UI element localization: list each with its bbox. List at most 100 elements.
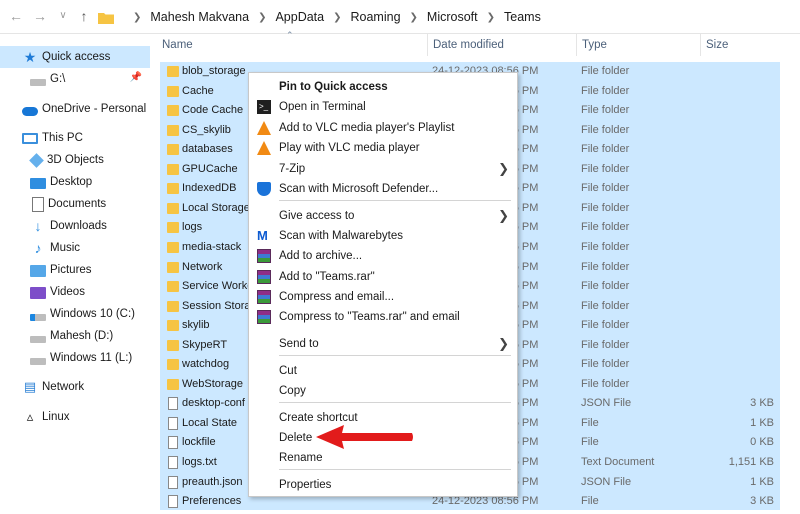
menu-item-label: Compress and email... <box>279 291 395 303</box>
nav-item-videos[interactable]: Videos <box>0 281 150 303</box>
file-name: desktop-conf <box>182 397 245 410</box>
desktop-icon <box>30 177 46 189</box>
menu-item-copy[interactable]: Copy <box>249 381 517 401</box>
nav-item-windows-10-c[interactable]: Windows 10 (C:) <box>0 303 150 325</box>
file-icon <box>168 456 178 469</box>
file-type: File folder <box>581 377 630 390</box>
folder-icon <box>167 85 179 97</box>
file-name: Preferences <box>182 495 242 508</box>
file-type: File folder <box>581 280 630 293</box>
file-name: Network <box>182 260 223 273</box>
file-icon <box>168 495 178 509</box>
file-size: 3 KB <box>750 495 774 508</box>
breadcrumb-item[interactable]: ❯ Roaming <box>324 10 400 24</box>
file-name: WebStorage <box>182 377 243 390</box>
pictures-icon <box>30 265 46 277</box>
menu-item-give-access-to[interactable]: Give access to ❯ <box>249 206 517 226</box>
windows-drive-icon <box>30 313 46 321</box>
nav-item-this-pc[interactable]: This PC <box>0 127 150 149</box>
menu-item-pin-to-quick-access[interactable]: Pin to Quick access <box>249 77 517 97</box>
chevron-down-icon[interactable]: ∨ <box>53 6 73 26</box>
menu-item-add-to-archive[interactable]: Add to archive... <box>249 246 517 266</box>
chevron-right-icon: ❯ <box>486 11 496 23</box>
breadcrumb[interactable]: ❯ Mahesh Makvana ❯ AppData ❯ Roaming ❯ Micro… <box>98 6 800 28</box>
vlc-icon <box>257 121 271 135</box>
menu-item-label: Scan with Microsoft Defender... <box>279 183 439 195</box>
menu-item-send-to[interactable]: Send to ❯ <box>249 334 517 354</box>
forward-arrow-icon[interactable]: → <box>30 6 50 26</box>
file-type: File folder <box>581 182 630 195</box>
menu-item-cut[interactable]: Cut <box>249 361 517 381</box>
menu-item-open-in-terminal[interactable]: >_ Open in Terminal <box>249 97 517 117</box>
file-type: File folder <box>581 201 630 214</box>
column-header-date-modified[interactable]: Date modified <box>428 34 577 56</box>
file-icon <box>168 436 178 450</box>
drive-icon <box>30 78 46 86</box>
column-header-type[interactable]: Type <box>577 34 701 56</box>
menu-separator <box>279 469 511 470</box>
folder-icon <box>167 202 179 214</box>
menu-item-play-with-vlc-media-player[interactable]: Play with VLC media player <box>249 138 517 158</box>
file-type: File folder <box>581 162 630 175</box>
up-arrow-icon[interactable]: ↑ <box>74 6 94 26</box>
malwarebytes-icon: M <box>257 228 268 243</box>
file-name: skylib <box>182 319 210 332</box>
file-name: Local State <box>182 416 238 429</box>
file-type: File folder <box>581 65 630 77</box>
computer-icon <box>22 132 38 144</box>
menu-item-label: Delete <box>279 432 313 444</box>
menu-item-scan-with-malwarebytes[interactable]: M Scan with Malwarebytes <box>249 226 517 246</box>
folder-icon <box>167 320 179 332</box>
menu-item-add-to-teams-rar[interactable]: Add to "Teams.rar" <box>249 267 517 287</box>
file-name: Local Storage <box>182 201 250 214</box>
nav-item-g-drive[interactable]: G:\ 📌 <box>0 68 150 90</box>
file-name: lockfile <box>182 436 216 449</box>
file-name: databases <box>182 143 233 156</box>
nav-item-windows-11-l[interactable]: Windows 11 (L:) <box>0 347 150 369</box>
file-name: IndexedDB <box>182 182 237 195</box>
folder-icon <box>167 261 179 273</box>
nav-item-documents[interactable]: Documents <box>0 193 150 215</box>
nav-item-pictures[interactable]: Pictures <box>0 259 150 281</box>
breadcrumb-item[interactable]: ❯ Microsoft <box>401 10 478 24</box>
breadcrumb-item[interactable]: ❯ Teams <box>478 10 541 24</box>
music-icon: ♪ <box>34 240 42 256</box>
navigation-pane: ★ Quick access G:\ 📌 OneDrive - Personal… <box>0 34 150 514</box>
file-icon <box>168 416 178 430</box>
menu-item-label: Add to "Teams.rar" <box>279 271 375 283</box>
breadcrumb-item[interactable]: ❯ AppData <box>249 10 324 24</box>
nav-item-music[interactable]: ♪ Music <box>0 237 150 259</box>
column-header-size[interactable]: Size <box>701 34 800 56</box>
file-name: Code Cache <box>182 104 244 117</box>
address-bar: ← → ∨ ↑ ❯ Mahesh Makvana ❯ AppData ❯ Roamin… <box>0 0 800 34</box>
winrar-icon <box>257 310 271 324</box>
nav-item-linux[interactable]: ▵ Linux <box>0 406 150 428</box>
nav-item-network[interactable]: ▤ Network <box>0 376 150 398</box>
nav-item-desktop[interactable]: Desktop <box>0 171 150 193</box>
menu-item-compress-to-teams-rar-and-email[interactable]: Compress to "Teams.rar" and email <box>249 307 517 327</box>
file-type: File folder <box>581 338 630 351</box>
file-name: GPUCache <box>182 162 238 175</box>
menu-item-7-zip[interactable]: 7-Zip ❯ <box>249 159 517 179</box>
folder-icon <box>167 183 179 195</box>
file-name: logs <box>182 221 203 234</box>
menu-item-properties[interactable]: Properties <box>249 475 517 495</box>
breadcrumb-item[interactable]: ❯ Mahesh Makvana <box>124 10 249 24</box>
file-type: File folder <box>581 240 630 253</box>
menu-item-scan-with-microsoft-defender[interactable]: Scan with Microsoft Defender... <box>249 179 517 199</box>
back-arrow-icon[interactable]: ← <box>6 6 26 26</box>
nav-item-onedrive[interactable]: OneDrive - Personal <box>0 98 150 120</box>
nav-item-downloads[interactable]: ↓ Downloads <box>0 215 150 237</box>
menu-item-label: Cut <box>279 365 297 377</box>
menu-item-label: Copy <box>279 385 306 397</box>
menu-item-compress-and-email[interactable]: Compress and email... <box>249 287 517 307</box>
folder-icon <box>167 124 179 136</box>
nav-item-mahesh-d[interactable]: Mahesh (D:) <box>0 325 150 347</box>
menu-item-label: Send to <box>279 338 319 350</box>
menu-item-label: Scan with Malwarebytes <box>279 230 403 242</box>
menu-separator <box>279 355 511 356</box>
nav-item-3d-objects[interactable]: 3D Objects <box>0 149 150 171</box>
file-name: Service Worke <box>182 280 254 293</box>
nav-item-quick-access[interactable]: ★ Quick access <box>0 46 150 68</box>
menu-item-add-to-vlc-media-player-s-playlist[interactable]: Add to VLC media player's Playlist <box>249 118 517 138</box>
